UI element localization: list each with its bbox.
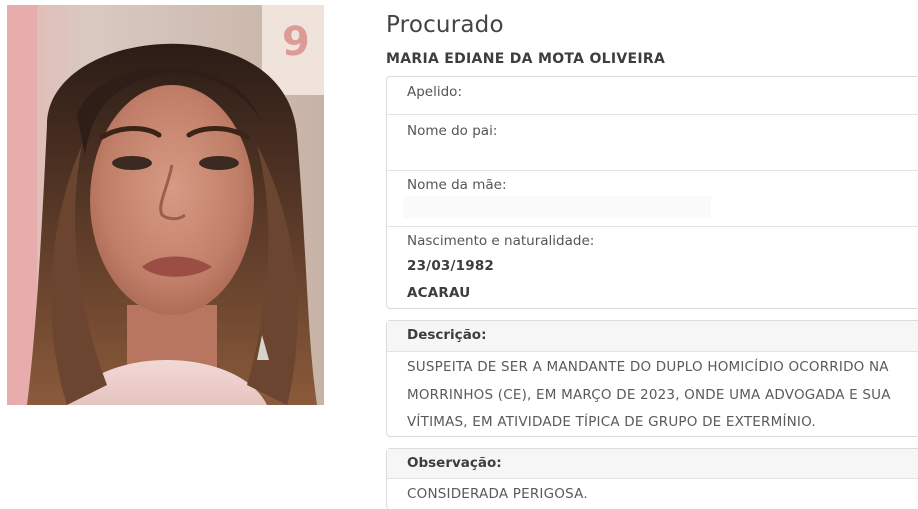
observacao-body: CONSIDERADA PERIGOSA. [387,478,918,509]
apelido-label: Apelido: [407,84,462,100]
descricao-body: SUSPEITA DE SER A MANDANTE DO DUPLO HOMI… [387,351,918,436]
descricao-line-2: MORRINHOS (CE), EM MARÇO DE 2023, ONDE U… [407,387,891,403]
descricao-card: Descrição: SUSPEITA DE SER A MANDANTE DO… [386,320,918,437]
pai-label: Nome do pai: [407,123,498,139]
nascimento-date: 23/03/1982 [407,258,495,274]
nascimento-label: Nascimento e naturalidade: [407,233,595,249]
suspect-photo: 9 [7,5,324,405]
descricao-header: Descrição: [387,321,918,351]
mae-row: Nome da mãe: [387,170,918,226]
descricao-line-3: VÍTIMAS, EM ATIVIDADE TÍPICA DE GRUPO DE… [407,414,816,430]
observacao-text: CONSIDERADA PERIGOSA. [407,486,588,502]
naturalidade-value: ACARAU [407,285,471,301]
descricao-line-1: SUSPEITA DE SER A MANDANTE DO DUPLO HOMI… [407,359,889,375]
observacao-header: Observação: [387,449,918,478]
descricao-label: Descrição: [407,327,487,343]
mae-label: Nome da mãe: [407,177,507,193]
nascimento-row: Nascimento e naturalidade: 23/03/1982 AC… [387,226,918,308]
personal-info-card: Apelido: Nome do pai: Nome da mãe: Nasci… [386,76,918,309]
observacao-card: Observação: CONSIDERADA PERIGOSA. [386,448,918,509]
observacao-label: Observação: [407,455,502,471]
redacted-field [403,196,711,218]
apelido-row: Apelido: [387,77,918,114]
wanted-profile-page: 9 Procurado MARIA EDIANE DA MOTA OLIVEIR… [0,0,918,509]
suspect-name: MARIA EDIANE DA MOTA OLIVEIRA [386,51,666,67]
page-title: Procurado [386,12,504,38]
pai-row: Nome do pai: [387,114,918,170]
svg-text:9: 9 [282,19,310,65]
